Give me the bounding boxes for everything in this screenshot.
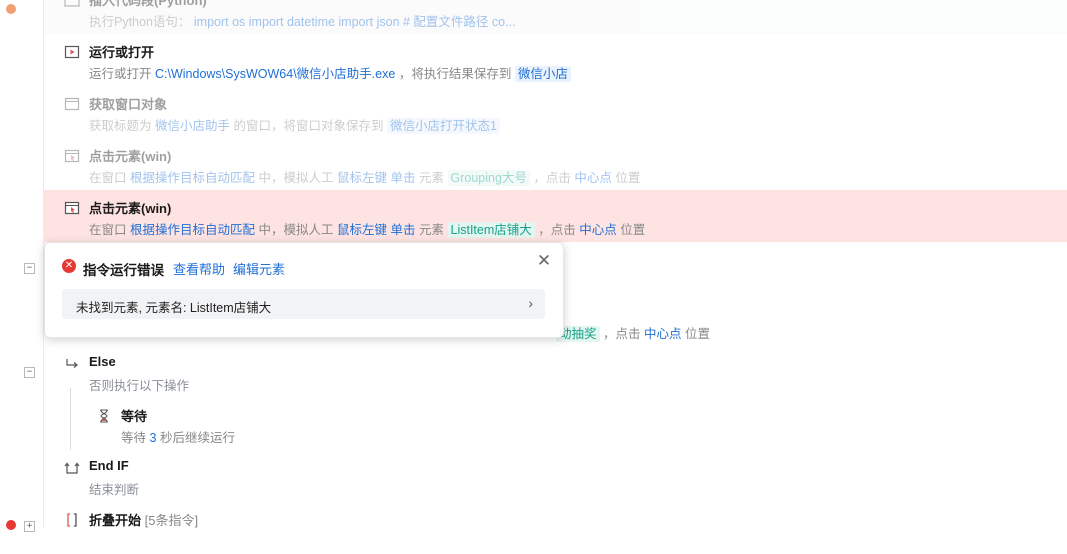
- step-summary: 执行Python语句： import os import datetime im…: [89, 15, 516, 29]
- step-summary: 在窗口 根据操作目标自动匹配 中，模拟人工 鼠标左键 单击 元素 ListIte…: [89, 222, 646, 238]
- step-row-click-element[interactable]: 点击元素(win) 在窗口 根据操作目标自动匹配 中，模拟人工 鼠标左键 单击 …: [44, 138, 1067, 190]
- element-tag: Grouping大号: [447, 170, 530, 186]
- step-summary: 等待 3 秒后继续运行: [121, 431, 235, 445]
- window-icon: [64, 96, 80, 112]
- step-summary: 结束判断: [89, 483, 140, 497]
- variable-tag: 微信小店: [514, 66, 571, 82]
- click-element-icon: [64, 200, 80, 216]
- hourglass-icon: [96, 408, 112, 424]
- view-help-link[interactable]: 查看帮助: [173, 259, 225, 278]
- step-row-wait[interactable]: 等待 等待 3 秒后继续运行: [44, 398, 1067, 450]
- chevron-right-icon: ›: [528, 295, 533, 311]
- step-title: 折叠开始 [5条指令]: [89, 513, 199, 528]
- element-tag: ListItem店铺大: [447, 222, 535, 238]
- edit-element-link[interactable]: 编辑元素: [233, 259, 285, 278]
- step-row-get-window[interactable]: 获取窗口对象 获取标题为 微信小店助手 的窗口，将窗口对象保存到 微信小店打开状…: [44, 86, 1067, 138]
- step-title: 插入代码段(Python): [89, 0, 207, 8]
- breakpoint-marker[interactable]: [6, 520, 16, 530]
- error-message-item[interactable]: 未找到元素, 元素名: ListItem店铺大 ›: [62, 289, 545, 319]
- step-title: 获取窗口对象: [89, 97, 168, 112]
- step-row-else[interactable]: Else 否则执行以下操作: [44, 346, 1067, 398]
- step-title: 运行或打开: [89, 45, 155, 60]
- popup-title: 指令运行错误: [83, 263, 164, 278]
- line-gutter: [0, 0, 44, 527]
- step-title: 点击元素(win): [89, 201, 172, 216]
- step-summary-tail: 动抽奖 ，点击 中心点 位置: [556, 323, 710, 342]
- branch-icon: [64, 356, 80, 372]
- collapse-toggle-if[interactable]: −: [24, 263, 35, 274]
- error-popup: ✕ 指令运行错误 查看帮助 编辑元素 ✕ 未找到元素, 元素名: ListIte…: [44, 242, 564, 338]
- step-summary: 否则执行以下操作: [89, 379, 190, 393]
- breakpoint-marker[interactable]: [6, 4, 16, 14]
- step-summary: 运行或打开 C:\Windows\SysWOW64\微信小店助手.exe ，将执…: [89, 63, 571, 82]
- variable-tag: 微信小店打开状态1: [387, 118, 500, 134]
- step-row-fold-start[interactable]: 折叠开始 [5条指令]: [44, 502, 1067, 554]
- error-message-text: 未找到元素, 元素名: ListItem店铺大: [76, 301, 272, 315]
- step-summary: 获取标题为 微信小店助手 的窗口，将窗口对象保存到 微信小店打开状态1: [89, 115, 500, 134]
- error-icon: ✕: [62, 259, 76, 273]
- step-title: Else: [89, 354, 116, 369]
- step-title: End IF: [89, 458, 129, 473]
- fold-bracket-icon: [64, 512, 80, 528]
- click-element-icon: [64, 148, 80, 164]
- step-row-click-element-error[interactable]: 点击元素(win) 在窗口 根据操作目标自动匹配 中，模拟人工 鼠标左键 单击 …: [44, 190, 1067, 242]
- step-title: 等待: [121, 409, 148, 424]
- end-if-icon: [64, 460, 80, 476]
- step-row-end-if[interactable]: End IF 结束判断: [44, 450, 1067, 502]
- collapse-toggle-else[interactable]: −: [24, 367, 35, 378]
- close-icon[interactable]: ✕: [535, 252, 553, 270]
- run-program-icon: [64, 44, 80, 60]
- step-summary: 在窗口 根据操作目标自动匹配 中，模拟人工 鼠标左键 单击 元素 Groupin…: [89, 170, 641, 186]
- step-row-python[interactable]: 插入代码段(Python) 执行Python语句： import os impo…: [44, 0, 1067, 34]
- python-icon: [64, 0, 80, 8]
- instruction-count: [5条指令]: [144, 513, 199, 528]
- step-row-run-or-open[interactable]: 运行或打开 运行或打开 C:\Windows\SysWOW64\微信小店助手.e…: [44, 34, 1067, 86]
- step-title: 点击元素(win): [89, 149, 172, 164]
